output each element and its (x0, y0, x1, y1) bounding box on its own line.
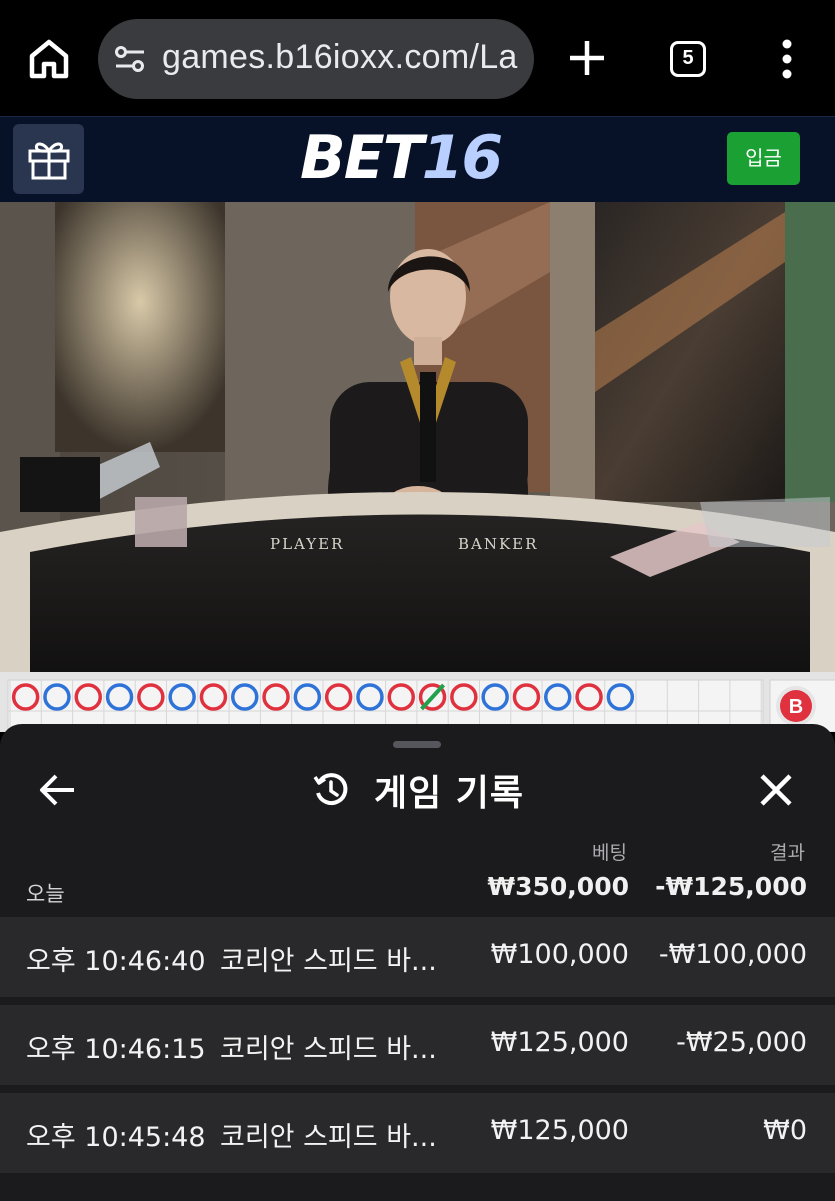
row-result: -₩100,000 (658, 939, 807, 970)
home-icon[interactable] (26, 36, 72, 82)
row-result: ₩0 (763, 1115, 807, 1146)
more-menu-icon[interactable] (770, 38, 804, 80)
banker-badge-label: B (789, 696, 803, 718)
new-tab-icon[interactable] (567, 38, 607, 78)
sheet-title: 게임 기록 (312, 762, 524, 818)
row-bet: ₩125,000 (490, 1115, 629, 1146)
row-time: 오후 10:46:15 (26, 1034, 206, 1065)
back-arrow-icon[interactable] (38, 772, 78, 808)
roadmap-strip[interactable]: B (0, 672, 835, 732)
site-logo[interactable]: BET16 (300, 123, 503, 193)
tab-switcher-button[interactable]: 5 (670, 41, 706, 77)
address-bar[interactable]: games.b16ioxx.com/La (98, 19, 534, 99)
column-header-bet: 베팅 (592, 842, 627, 864)
site-header: BET16 입금 (0, 116, 835, 202)
video-frame: PLAYER BANKER (0, 202, 835, 672)
sheet-title-text: 게임 기록 (374, 773, 525, 814)
row-bet: ₩100,000 (490, 939, 629, 970)
row-result: -₩25,000 (676, 1027, 807, 1058)
gift-icon (28, 142, 70, 180)
promotions-button[interactable] (13, 124, 84, 194)
history-row[interactable]: 오후 10:46:40 코리안 스피드 바... ₩100,000 -₩100,… (0, 917, 835, 997)
row-time: 오후 10:46:40 (26, 946, 206, 977)
browser-toolbar: games.b16ioxx.com/La 5 (0, 0, 835, 116)
total-result: -₩125,000 (655, 872, 807, 901)
history-row[interactable]: 오후 10:46:15 코리안 스피드 바... ₩125,000 -₩25,0… (0, 1005, 835, 1085)
live-dealer-video[interactable]: PLAYER BANKER (0, 202, 835, 672)
site-settings-icon[interactable] (114, 45, 146, 73)
history-row[interactable]: 오후 10:45:48 코리안 스피드 바... ₩125,000 ₩0 (0, 1093, 835, 1173)
player-table-label: PLAYER (270, 535, 344, 553)
row-game: 코리안 스피드 바... (220, 946, 437, 977)
column-header-result: 결과 (770, 842, 805, 864)
row-time: 오후 10:45:48 (26, 1122, 206, 1153)
url-text: games.b16ioxx.com/La (162, 38, 518, 76)
total-bet: ₩350,000 (487, 872, 629, 901)
banker-table-label: BANKER (458, 535, 538, 553)
history-icon (313, 773, 348, 806)
sheet-drag-handle[interactable] (393, 741, 441, 748)
game-history-sheet: 게임 기록 베팅 결과 오늘 ₩350,000 -₩125,000 오후 10:… (0, 724, 835, 1201)
row-bet: ₩125,000 (490, 1027, 629, 1058)
bead-road: B (7, 679, 835, 732)
row-game: 코리안 스피드 바... (220, 1034, 437, 1065)
deposit-button[interactable]: 입금 (727, 132, 800, 185)
date-group-label: 오늘 (26, 882, 65, 906)
close-icon[interactable] (758, 772, 794, 808)
row-game: 코리안 스피드 바... (220, 1122, 437, 1153)
